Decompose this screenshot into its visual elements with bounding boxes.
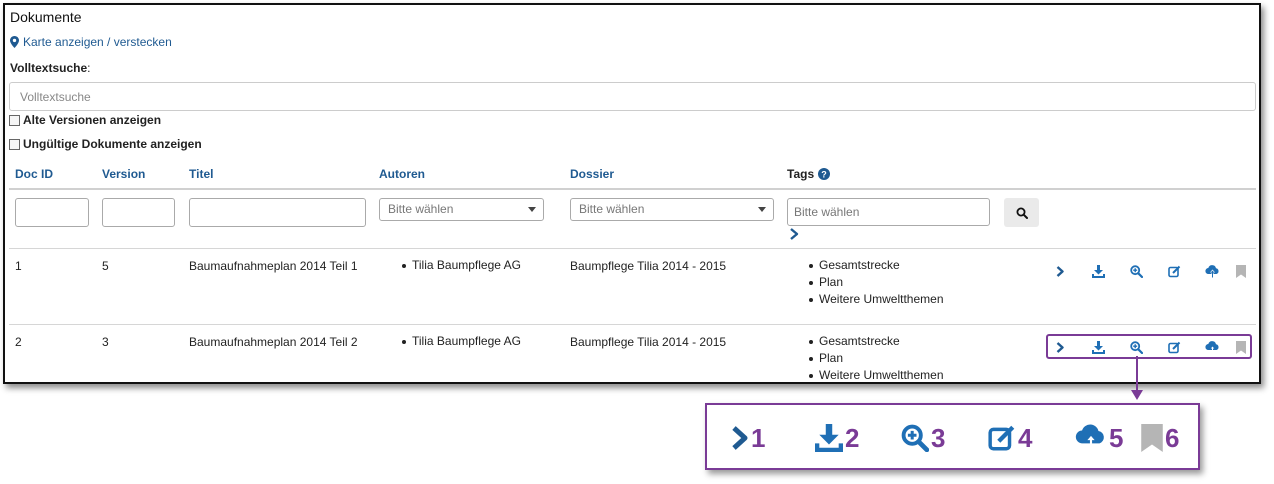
- list-item: Plan: [807, 274, 944, 291]
- actions-highlight-box: [1046, 334, 1252, 359]
- row2-version: 3: [102, 335, 109, 349]
- list-item: Plan: [807, 350, 944, 367]
- bookmark-icon: [1141, 424, 1163, 452]
- dossier-select-value: Bitte wählen: [579, 202, 645, 216]
- bookmark-button[interactable]: [1231, 263, 1251, 279]
- dossier-filter-select[interactable]: Bitte wählen: [570, 198, 774, 221]
- row1-doc-id: 1: [15, 259, 22, 273]
- map-marker-icon: [10, 36, 19, 48]
- annotation-arrow-head: [1131, 390, 1143, 400]
- legend-number: 1: [751, 423, 766, 453]
- list-item: Weitere Umweltthemen: [807, 291, 944, 308]
- expand-tags-chevron-icon[interactable]: [789, 228, 799, 240]
- search-icon: [1016, 207, 1028, 219]
- tags-filter-placeholder: Bitte wählen: [794, 205, 860, 219]
- annotation-arrow-line: [1136, 356, 1138, 392]
- legend-item-6: 6: [1141, 423, 1179, 453]
- bookmark-icon: [1236, 264, 1246, 278]
- fulltext-label: Volltextsuche:: [10, 61, 91, 75]
- header-divider: [9, 188, 1256, 190]
- icon-legend-callout: 1 2 3 4 5 6: [705, 403, 1200, 470]
- list-item: Gesamtstrecke: [807, 257, 944, 274]
- column-header-dossier[interactable]: Dossier: [570, 167, 614, 181]
- upload-button[interactable]: [1193, 263, 1231, 279]
- legend-number: 4: [1018, 423, 1033, 453]
- invalid-docs-label: Ungültige Dokumente anzeigen: [23, 137, 202, 151]
- legend-item-1: 1: [731, 423, 765, 453]
- list-item: Weitere Umweltthemen: [807, 367, 944, 382]
- download-icon: [815, 424, 843, 452]
- list-item: Gesamtstrecke: [807, 333, 944, 350]
- legend-item-5: 5: [1075, 423, 1123, 453]
- row1-version: 5: [102, 259, 109, 273]
- version-filter-input[interactable]: [102, 198, 175, 227]
- row2-autoren-list: Tilia Baumpflege AG: [400, 333, 521, 350]
- toggle-map-label: Karte anzeigen / verstecken: [23, 35, 172, 49]
- edit-icon: [988, 425, 1015, 451]
- row1-tags-list: Gesamtstrecke Plan Weitere Umweltthemen: [807, 257, 944, 308]
- row2-dossier: Baumpflege Tilia 2014 - 2015: [570, 335, 727, 349]
- column-header-version[interactable]: Version: [102, 167, 145, 181]
- row1-autoren-list: Tilia Baumpflege AG: [400, 257, 521, 274]
- column-header-tags: Tags ?: [787, 167, 831, 181]
- old-versions-label: Alte Versionen anzeigen: [23, 113, 162, 127]
- edit-button[interactable]: [1155, 263, 1193, 279]
- legend-number: 3: [931, 423, 946, 453]
- titel-filter-input[interactable]: [189, 198, 366, 227]
- edit-icon: [1167, 265, 1180, 277]
- documents-panel: Dokumente Karte anzeigen / verstecken Vo…: [3, 3, 1261, 384]
- row1-titel: Baumaufnahmeplan 2014 Teil 1: [189, 259, 358, 273]
- legend-number: 6: [1165, 423, 1180, 453]
- legend-item-3: 3: [901, 423, 945, 453]
- row2-titel: Baumaufnahmeplan 2014 Teil 2: [189, 335, 358, 349]
- old-versions-checkbox[interactable]: [9, 114, 20, 126]
- list-item: Tilia Baumpflege AG: [400, 257, 521, 274]
- zoom-in-icon: [901, 424, 929, 452]
- search-button[interactable]: [1004, 198, 1039, 227]
- doc-id-filter-input[interactable]: [15, 198, 89, 227]
- autoren-select-value: Bitte wählen: [388, 202, 454, 216]
- legend-item-4: 4: [988, 423, 1032, 453]
- page-title: Dokumente: [10, 9, 82, 25]
- fulltext-search-input[interactable]: [9, 82, 1256, 111]
- invalid-docs-checkbox[interactable]: [9, 138, 20, 150]
- svg-text:?: ?: [821, 170, 827, 180]
- row2-doc-id: 2: [15, 335, 22, 349]
- row-divider: [9, 324, 1256, 325]
- dropdown-caret-icon: [758, 207, 766, 212]
- row1-actions: [1041, 263, 1251, 279]
- legend-number: 5: [1109, 423, 1124, 453]
- zoom-button[interactable]: [1117, 263, 1155, 279]
- tags-header-label: Tags: [787, 167, 815, 181]
- list-item: Tilia Baumpflege AG: [400, 333, 521, 350]
- zoom-in-icon: [1129, 264, 1143, 278]
- help-icon[interactable]: ?: [818, 168, 831, 180]
- invalid-docs-checkbox-row[interactable]: Ungültige Dokumente anzeigen: [9, 137, 202, 151]
- column-header-doc-id[interactable]: Doc ID: [15, 167, 53, 181]
- autoren-filter-select[interactable]: Bitte wählen: [379, 198, 544, 221]
- download-icon: [1091, 264, 1105, 278]
- old-versions-checkbox-row[interactable]: Alte Versionen anzeigen: [9, 113, 161, 127]
- chevron-right-icon: [1056, 265, 1064, 277]
- toggle-map-link[interactable]: Karte anzeigen / verstecken: [10, 35, 172, 49]
- open-details-button[interactable]: [1041, 263, 1079, 279]
- legend-number: 2: [845, 423, 860, 453]
- filter-divider: [9, 248, 1256, 249]
- legend-item-2: 2: [815, 423, 859, 453]
- column-header-titel[interactable]: Titel: [189, 167, 213, 181]
- cloud-upload-icon: [1075, 424, 1104, 451]
- row2-tags-list: Gesamtstrecke Plan Weitere Umweltthemen: [807, 333, 944, 382]
- dropdown-caret-icon: [528, 207, 536, 212]
- cloud-upload-icon: [1204, 264, 1219, 277]
- chevron-right-icon: [732, 426, 748, 450]
- tags-filter-input[interactable]: Bitte wählen: [787, 198, 990, 226]
- column-header-autoren[interactable]: Autoren: [379, 167, 425, 181]
- row1-dossier: Baumpflege Tilia 2014 - 2015: [570, 259, 727, 273]
- download-button[interactable]: [1079, 263, 1117, 279]
